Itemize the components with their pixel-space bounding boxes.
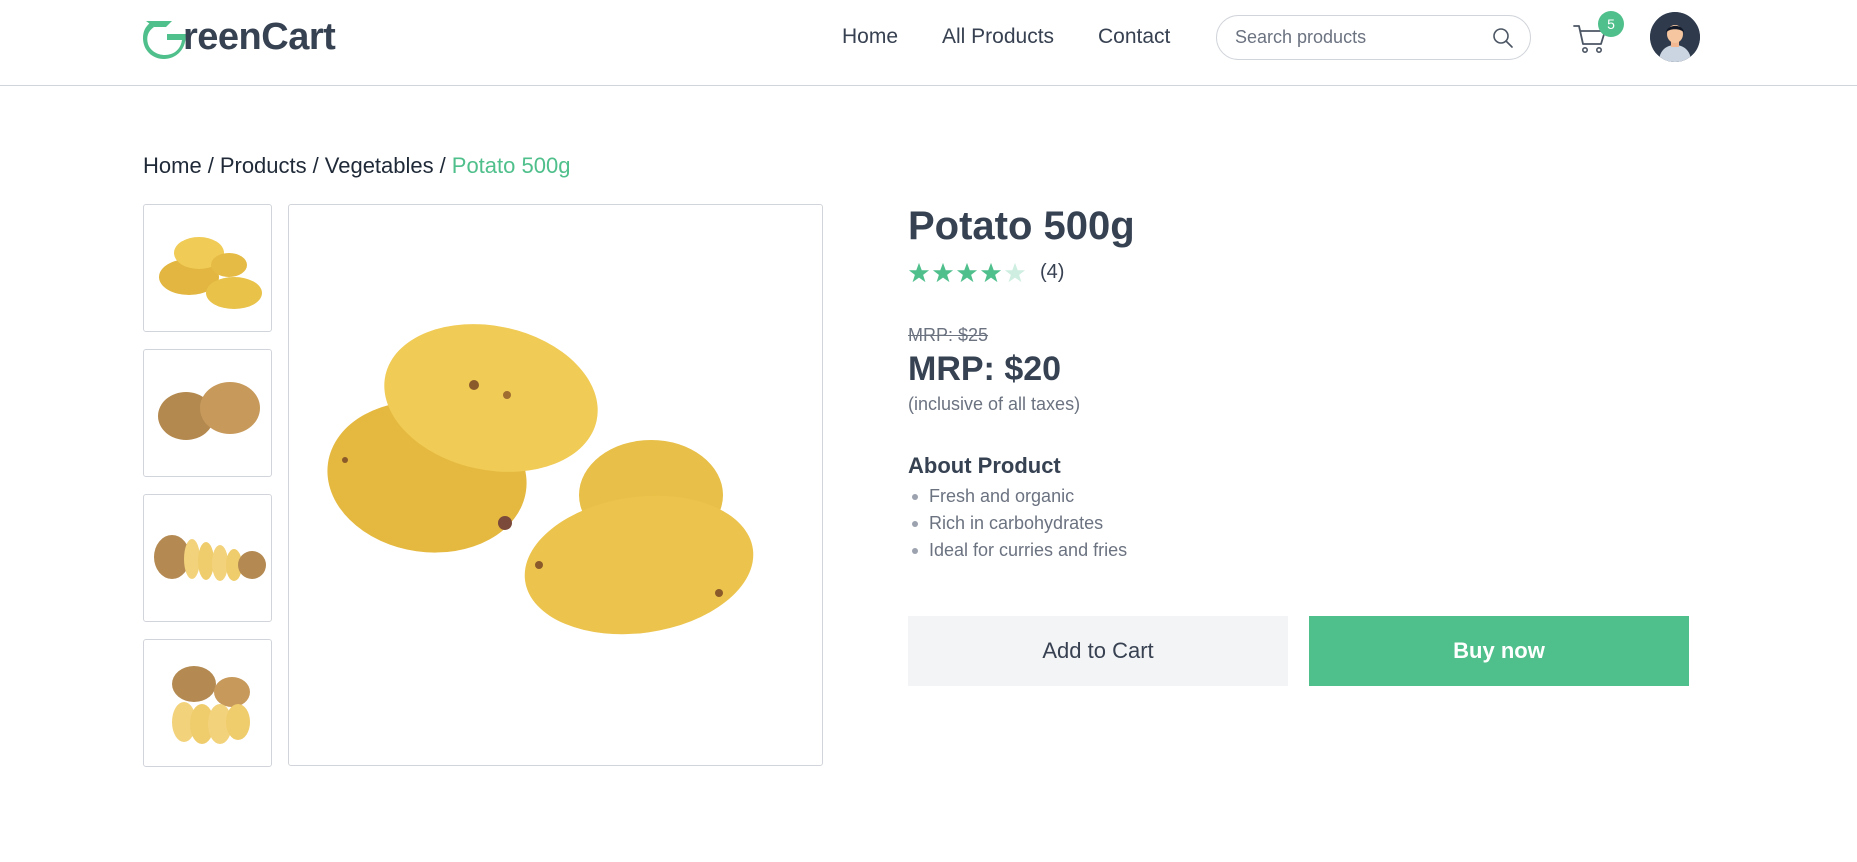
main-product-image [288,204,823,766]
breadcrumb-current: Potato 500g [451,153,571,178]
about-product-heading: About Product [908,453,1061,478]
product-title: Potato 500g [908,204,1135,248]
search-bar [1216,15,1531,60]
nav-all-products[interactable]: All Products [942,25,1054,49]
list-item: Fresh and organic [908,484,1127,511]
potato-pile-image [159,237,262,309]
star-filled-icon [908,262,930,282]
breadcrumb-separator: / [439,153,446,178]
list-item: Ideal for curries and fries [908,538,1127,565]
user-avatar[interactable] [1650,12,1700,62]
star-empty-icon [1004,262,1026,282]
potato-two-image [158,382,260,440]
top-navbar: reenCart Home All Products Contact 5 [0,0,1857,86]
star-filled-icon [956,262,978,282]
breadcrumb-home[interactable]: Home [143,153,202,178]
tax-note: (inclusive of all taxes) [908,394,1081,414]
thumbnail-potato-two[interactable] [143,349,272,477]
nav-contact[interactable]: Contact [1098,25,1170,49]
breadcrumb-vegetables[interactable]: Vegetables [325,153,434,178]
buy-now-button[interactable]: Buy now [1309,616,1689,686]
breadcrumb: Home / Products / Vegetables / Potato 500g [143,153,570,179]
potato-sliced-image [154,535,266,581]
offer-price: MRP: $20 [908,350,1062,388]
add-to-cart-button[interactable]: Add to Cart [908,616,1288,686]
thumbnail-potato-sliced[interactable] [143,494,272,622]
greencart-logo[interactable]: reenCart [142,14,336,60]
search-icon[interactable] [1492,27,1514,49]
original-price: MRP: $25 [908,325,989,345]
breadcrumb-products[interactable]: Products [220,153,307,178]
about-product-list: Fresh and organic Rich in carbohydrates … [908,484,1127,565]
potato-halved-image [172,666,250,744]
breadcrumb-separator: / [207,153,214,178]
logo-g-icon [143,21,186,59]
breadcrumb-separator: / [312,153,319,178]
product-rating: (4) [908,261,1064,284]
cart-count-badge: 5 [1598,11,1624,37]
star-filled-icon [980,262,1002,282]
rating-count: (4) [1040,261,1065,283]
list-item: Rich in carbohydrates [908,511,1127,538]
star-filled-icon [932,262,954,282]
search-input[interactable] [1235,27,1475,48]
logo-text: reenCart [183,15,336,58]
thumbnail-potato-pile[interactable] [143,204,272,332]
avatar-icon [1650,12,1700,62]
thumbnail-potato-halved[interactable] [143,639,272,767]
potato-main-image [327,324,754,635]
nav-home[interactable]: Home [842,25,898,49]
